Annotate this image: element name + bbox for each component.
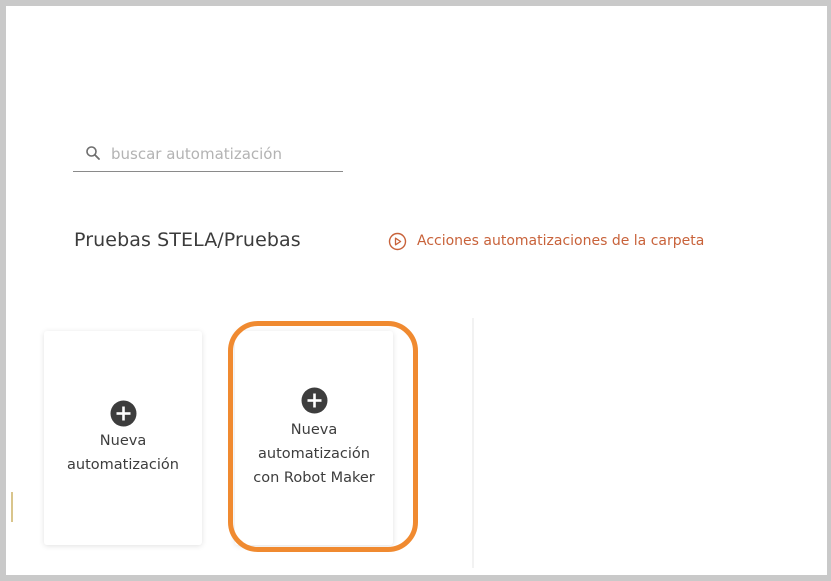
folder-actions-link[interactable]: Acciones automatizaciones de la carpeta [388, 231, 704, 251]
folder-title: Pruebas STELA/Pruebas [74, 229, 301, 251]
search-icon [85, 145, 101, 161]
new-robot-maker-automation-card[interactable]: Nueva automatización con Robot Maker [235, 331, 393, 545]
search-input[interactable] [111, 142, 337, 166]
divider [472, 318, 474, 568]
play-circle-icon [388, 232, 407, 251]
new-automation-card[interactable]: Nueva automatización [44, 331, 202, 545]
plus-circle-icon [110, 400, 137, 427]
divider [11, 492, 13, 522]
search-bar [73, 140, 343, 172]
card-label: Nueva automatización con Robot Maker [253, 421, 375, 486]
folder-actions-label: Acciones automatizaciones de la carpeta [417, 233, 705, 249]
card-label: Nueva automatización [67, 432, 179, 473]
plus-circle-icon [301, 387, 328, 414]
